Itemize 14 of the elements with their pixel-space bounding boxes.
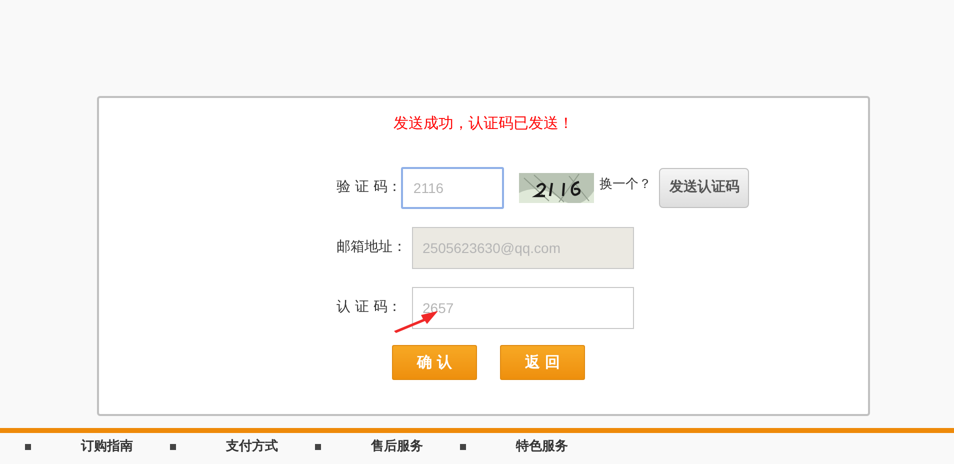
field-label: 认 证 码： bbox=[336, 298, 402, 317]
footer-link[interactable]: 支付方式 bbox=[226, 439, 278, 455]
success-message: 发送成功，认证码已发送！ bbox=[394, 113, 574, 134]
footer-link[interactable]: 订购指南 bbox=[81, 439, 133, 455]
send-code-button[interactable]: 发送认证码 bbox=[659, 168, 750, 208]
bullet-icon bbox=[460, 444, 466, 450]
field-label: 邮箱地址： bbox=[336, 238, 408, 257]
footer-link[interactable]: 售后服务 bbox=[371, 439, 423, 455]
bullet-icon bbox=[315, 444, 321, 450]
bullet-icon bbox=[170, 444, 176, 450]
refresh-captcha-link[interactable]: 换一个？ bbox=[599, 174, 652, 194]
bullet-icon bbox=[25, 444, 31, 450]
field-label: 验 证 码： bbox=[336, 178, 402, 197]
footer-link[interactable]: 特色服务 bbox=[516, 439, 568, 455]
